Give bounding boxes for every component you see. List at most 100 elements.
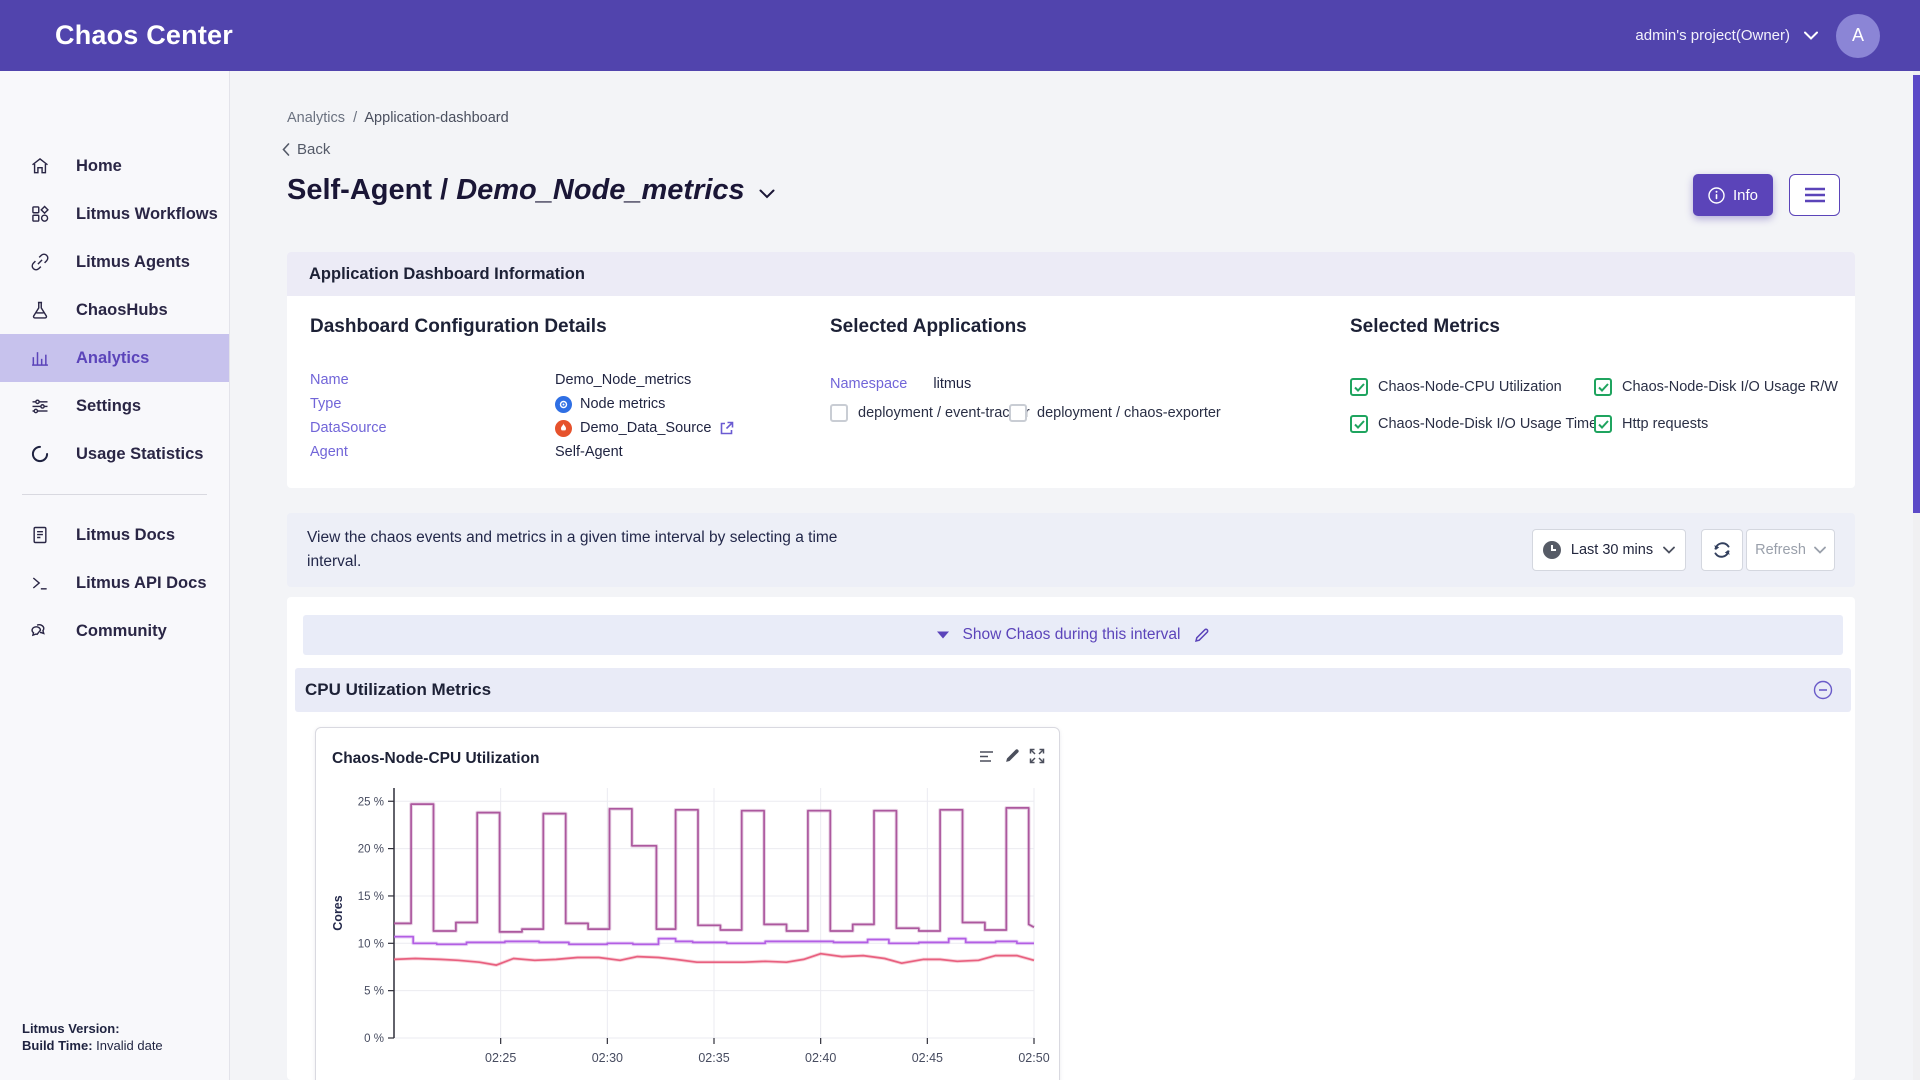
litmus-version-label: Litmus Version: <box>22 1021 120 1036</box>
cpu-section-title: CPU Utilization Metrics <box>305 680 1813 700</box>
chart-edit-pencil-icon[interactable] <box>1004 748 1020 764</box>
app-checkbox-chaos-exporter[interactable]: deployment / chaos-exporter <box>1009 404 1221 422</box>
sidebar-item-litmus-workflows[interactable]: Litmus Workflows <box>0 190 229 238</box>
version-info: Litmus Version: Build Time: Invalid date <box>22 1020 163 1054</box>
namespace-row: Namespace litmus <box>830 376 971 392</box>
svg-text:20 %: 20 % <box>358 844 384 856</box>
dashboard-info-panel: Application Dashboard Information Dashbo… <box>287 252 1855 488</box>
checked-checkbox-icon[interactable] <box>1594 378 1612 396</box>
metric-checkbox-disk-io-rw[interactable]: Chaos-Node-Disk I/O Usage R/W <box>1594 378 1838 396</box>
namespace-value: litmus <box>933 376 971 392</box>
sidebar-item-litmus-api-docs[interactable]: Litmus API Docs <box>0 559 229 607</box>
collapse-section-button[interactable] <box>1813 680 1833 700</box>
svg-text:0 %: 0 % <box>364 1033 384 1045</box>
sidebar-item-litmus-docs[interactable]: Litmus Docs <box>0 511 229 559</box>
metric-checkbox-disk-io-times[interactable]: Chaos-Node-Disk I/O Usage Times <box>1350 415 1604 433</box>
checked-checkbox-icon[interactable] <box>1350 378 1368 396</box>
sidebar-item-usage-statistics[interactable]: Usage Statistics <box>0 430 229 478</box>
sidebar-item-settings[interactable]: Settings <box>0 382 229 430</box>
home-icon <box>30 156 50 176</box>
hamburger-menu-icon <box>1804 187 1826 203</box>
config-name-value: Demo_Node_metrics <box>555 372 691 388</box>
sidebar-item-community[interactable]: Community <box>0 607 229 655</box>
svg-text:02:25: 02:25 <box>485 1051 516 1065</box>
chart-expand-icon[interactable] <box>1029 748 1045 764</box>
external-link-icon[interactable] <box>719 421 734 436</box>
refresh-now-button[interactable] <box>1701 529 1743 571</box>
sidebar-item-home[interactable]: Home <box>0 142 229 190</box>
svg-text:02:50: 02:50 <box>1018 1051 1049 1065</box>
time-interval-description: View the chaos events and metrics in a g… <box>307 526 837 574</box>
dashboard-menu-button[interactable] <box>1789 174 1840 216</box>
cpu-utilization-chart[interactable]: 0 %5 %10 %15 %20 %25 %02:2502:3002:3502:… <box>320 776 1050 1076</box>
project-selector[interactable]: admin's project(Owner) <box>1635 27 1818 44</box>
selected-applications-title: Selected Applications <box>830 316 1027 338</box>
chat-bubbles-icon <box>30 621 50 641</box>
dashboard-info-panel-title: Application Dashboard Information <box>287 252 1855 296</box>
app-checkbox-event-tracker[interactable]: deployment / event-tracker <box>830 404 1030 422</box>
config-agent-label: Agent <box>310 444 555 460</box>
chart-title: Chaos-Node-CPU Utilization <box>332 750 540 768</box>
chevron-down-icon <box>1663 546 1675 554</box>
sidebar: Home Litmus Workflows Litmus Agents Chao… <box>0 71 230 1080</box>
unchecked-checkbox-icon[interactable] <box>830 404 848 422</box>
checked-checkbox-icon[interactable] <box>1594 415 1612 433</box>
selected-metrics-title: Selected Metrics <box>1350 316 1500 338</box>
info-button[interactable]: Info <box>1693 174 1773 216</box>
svg-text:Cores: Cores <box>331 895 345 930</box>
chaos-center-app: Chaos Center admin's project(Owner) A Ho… <box>0 0 1920 1080</box>
chevron-left-icon <box>282 143 290 156</box>
minus-circle-icon <box>1813 680 1833 700</box>
app-header: Chaos Center admin's project(Owner) A <box>0 0 1920 71</box>
breadcrumb-current: Application-dashboard <box>364 110 508 126</box>
title-chevron-down-icon[interactable] <box>759 189 775 199</box>
page-title: Self-Agent / Demo_Node_metrics <box>287 174 745 207</box>
svg-text:25 %: 25 % <box>358 796 384 808</box>
cpu-utilization-section-header: CPU Utilization Metrics <box>295 668 1851 712</box>
chart-legend-icon[interactable] <box>978 748 995 765</box>
avatar[interactable]: A <box>1836 14 1880 58</box>
brand-title: Chaos Center <box>55 20 233 51</box>
edit-pencil-icon[interactable] <box>1194 628 1209 643</box>
config-name-label: Name <box>310 372 555 388</box>
sidebar-item-litmus-agents[interactable]: Litmus Agents <box>0 238 229 286</box>
metric-checkbox-cpu-utilization[interactable]: Chaos-Node-CPU Utilization <box>1350 378 1562 396</box>
refresh-interval-select[interactable]: Refresh <box>1746 529 1835 571</box>
chevron-down-icon <box>1814 546 1826 554</box>
config-type-label: Type <box>310 396 555 412</box>
terminal-icon <box>30 573 50 593</box>
loader-circle-icon <box>30 444 50 464</box>
scrollbar-track[interactable] <box>1913 71 1920 1080</box>
main-content: Analytics / Application-dashboard Back S… <box>230 71 1913 1080</box>
prometheus-icon <box>555 420 572 437</box>
sidebar-item-analytics[interactable]: Analytics <box>0 334 229 382</box>
config-details-title: Dashboard Configuration Details <box>310 316 607 338</box>
sidebar-item-chaoshubs[interactable]: ChaosHubs <box>0 286 229 334</box>
checked-checkbox-icon[interactable] <box>1350 415 1368 433</box>
flask-icon <box>30 300 50 320</box>
cpu-utilization-chart-card: Chaos-Node-CPU Utilization 0 %5 %10 %15 … <box>315 727 1060 1080</box>
config-type-value: Node metrics <box>555 396 665 413</box>
show-chaos-toggle[interactable]: Show Chaos during this interval <box>303 615 1843 655</box>
scrollbar-thumb[interactable] <box>1913 75 1920 513</box>
unchecked-checkbox-icon[interactable] <box>1009 404 1027 422</box>
breadcrumb: Analytics / Application-dashboard <box>287 110 509 126</box>
svg-text:02:40: 02:40 <box>805 1051 836 1065</box>
svg-text:02:35: 02:35 <box>698 1051 729 1065</box>
sliders-icon <box>30 396 50 416</box>
build-time-label: Build Time: <box>22 1038 93 1053</box>
project-selector-label: admin's project(Owner) <box>1635 27 1790 44</box>
config-datasource-value: Demo_Data_Source <box>555 420 734 437</box>
svg-text:02:45: 02:45 <box>912 1051 943 1065</box>
time-range-select[interactable]: Last 30 mins <box>1532 529 1686 571</box>
time-interval-panel: View the chaos events and metrics in a g… <box>287 513 1855 587</box>
build-time-value: Invalid date <box>96 1038 163 1053</box>
clock-icon <box>1543 541 1561 559</box>
svg-text:15 %: 15 % <box>358 891 384 903</box>
config-datasource-label: DataSource <box>310 420 555 436</box>
metric-checkbox-http-requests[interactable]: Http requests <box>1594 415 1708 433</box>
info-icon <box>1708 187 1725 204</box>
title-dashboard-name: Demo_Node_metrics <box>456 174 745 206</box>
breadcrumb-analytics[interactable]: Analytics <box>287 110 345 126</box>
back-button[interactable]: Back <box>282 141 330 158</box>
